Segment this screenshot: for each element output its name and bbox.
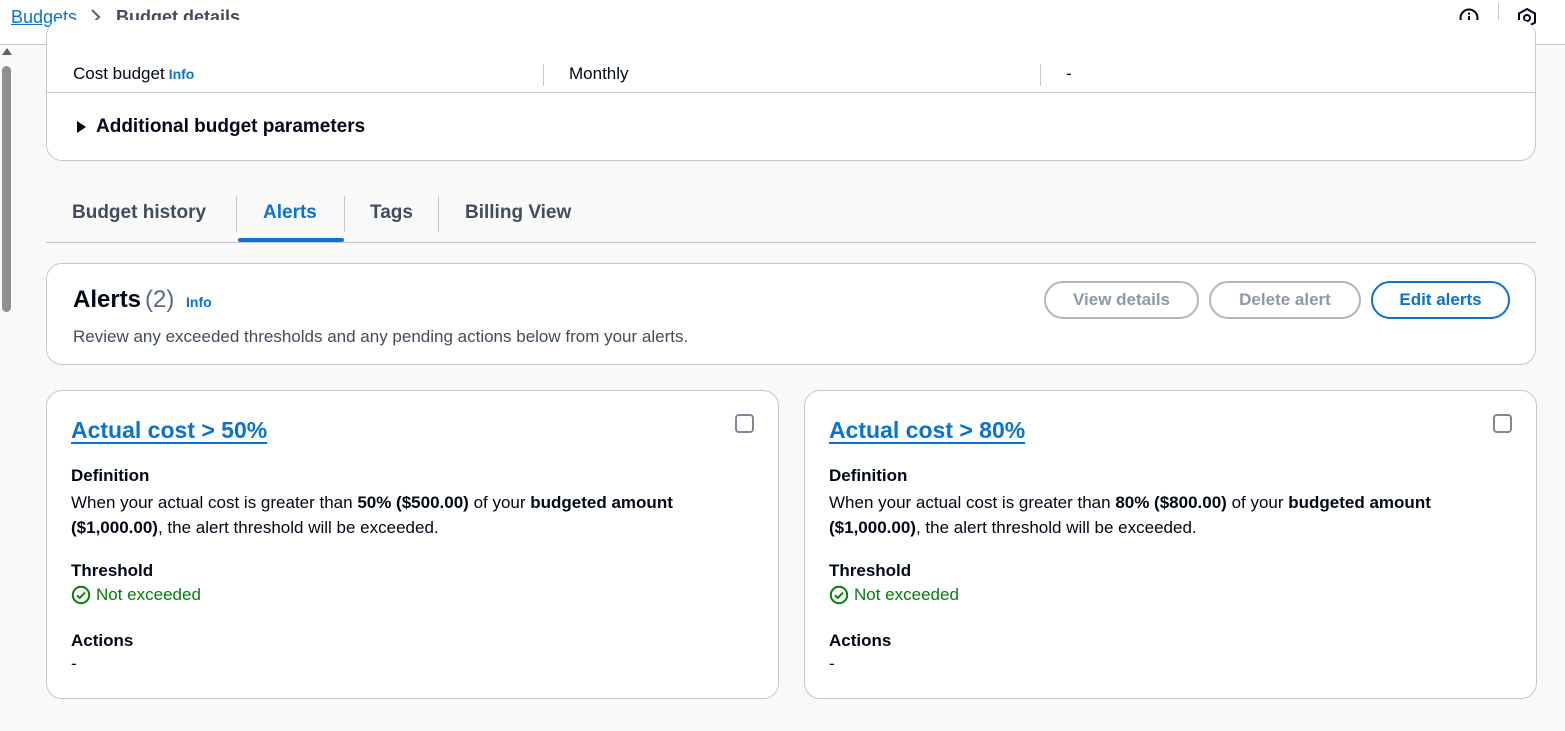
definition-budget-value: ($1,000.00) xyxy=(829,518,916,537)
check-circle-icon xyxy=(71,585,91,605)
tab-divider xyxy=(438,196,439,232)
budget-type-cell: Cost budget Info xyxy=(73,64,194,84)
tab-budget-history[interactable]: Budget history xyxy=(72,202,206,224)
definition-label: Definition xyxy=(71,466,150,485)
actions-label: Actions xyxy=(71,631,134,650)
definition-budget-value: ($1,000.00) xyxy=(71,518,158,537)
alert-card: Actual cost > 50% Definition When your a… xyxy=(46,390,779,699)
threshold-label: Threshold xyxy=(829,561,912,580)
threshold-status-text: Not exceeded xyxy=(854,585,959,604)
alerts-description: Review any exceeded thresholds and any p… xyxy=(73,327,689,346)
definition-text-part: of your xyxy=(468,493,531,512)
budget-summary-container: Cost budget Info Monthly - Additional bud… xyxy=(46,20,1536,161)
threshold-status: Not exceeded xyxy=(71,585,201,605)
period-value: Monthly xyxy=(569,64,629,83)
actions-value: - xyxy=(71,654,77,673)
definition-text-part: , the alert threshold will be exceeded. xyxy=(915,518,1197,537)
tab-divider xyxy=(236,196,237,232)
actions-label: Actions xyxy=(829,631,892,650)
additional-parameters-expander[interactable]: Additional budget parameters xyxy=(77,116,365,138)
check-circle-icon xyxy=(829,585,849,605)
expander-label: Additional budget parameters xyxy=(96,116,366,137)
alerts-header-container: Alerts (2) Info Review any exceeded thres… xyxy=(46,263,1536,365)
summary-third-value: - xyxy=(1066,64,1072,83)
tab-billing-view[interactable]: Billing View xyxy=(465,202,571,224)
alerts-title: Alerts (2) xyxy=(73,286,174,314)
budget-type-value: Cost budget xyxy=(73,64,165,83)
alert-card: Actual cost > 80% Definition When your a… xyxy=(804,390,1537,699)
tab-tags[interactable]: Tags xyxy=(370,202,413,224)
definition-threshold: 80% ($800.00) xyxy=(1115,493,1227,512)
view-details-button[interactable]: View details xyxy=(1044,281,1199,319)
caret-right-icon xyxy=(77,121,86,133)
delete-alert-button[interactable]: Delete alert xyxy=(1209,281,1361,319)
definition-threshold: 50% ($500.00) xyxy=(357,493,469,512)
alert-select-checkbox[interactable] xyxy=(1493,414,1512,433)
alert-title-link[interactable]: Actual cost > 50% xyxy=(71,417,267,444)
definition-text-part: When your actual cost is greater than xyxy=(71,493,358,512)
threshold-status: Not exceeded xyxy=(829,585,959,605)
definition-text-part: of your xyxy=(1226,493,1289,512)
threshold-status-text: Not exceeded xyxy=(96,585,201,604)
definition-budget-label: budgeted amount xyxy=(1288,493,1431,512)
column-divider xyxy=(1040,64,1041,86)
threshold-label: Threshold xyxy=(71,561,154,580)
definition-text-part: When your actual cost is greater than xyxy=(829,493,1116,512)
scrollbar-thumb[interactable] xyxy=(2,66,11,312)
summary-divider xyxy=(47,92,1535,93)
scroll-up-arrow-icon[interactable] xyxy=(2,48,12,55)
alerts-title-text: Alerts xyxy=(73,286,142,313)
edit-alerts-button[interactable]: Edit alerts xyxy=(1371,281,1510,319)
alert-title-link[interactable]: Actual cost > 80% xyxy=(829,417,1025,444)
definition-label: Definition xyxy=(829,466,908,485)
definition-text: When your actual cost is greater than 80… xyxy=(829,490,1509,540)
budget-type-info-link[interactable]: Info xyxy=(169,66,195,82)
alerts-count: (2) xyxy=(145,286,175,313)
tab-alerts[interactable]: Alerts xyxy=(263,202,317,224)
alerts-info-link[interactable]: Info xyxy=(186,294,212,310)
alert-select-checkbox[interactable] xyxy=(735,414,754,433)
column-divider xyxy=(543,64,544,86)
tab-divider xyxy=(344,196,345,232)
definition-text-part: , the alert threshold will be exceeded. xyxy=(157,518,439,537)
tab-bar: Budget history Alerts Tags Billing View xyxy=(46,194,1536,243)
actions-value: - xyxy=(829,654,835,673)
definition-text: When your actual cost is greater than 50… xyxy=(71,490,751,540)
active-tab-indicator xyxy=(238,238,344,242)
definition-budget-label: budgeted amount xyxy=(530,493,673,512)
